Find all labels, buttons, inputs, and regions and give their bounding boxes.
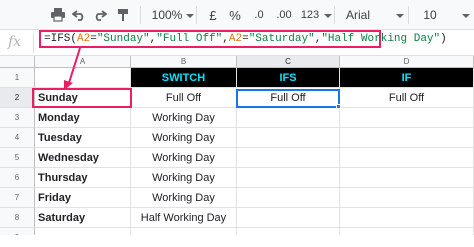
bottom-strip bbox=[0, 235, 474, 247]
annotation-arrow bbox=[64, 47, 81, 90]
spreadsheet-window: 100% £ % .0 .00 123 Arial 10 fx =IFS(A2=… bbox=[0, 0, 474, 247]
